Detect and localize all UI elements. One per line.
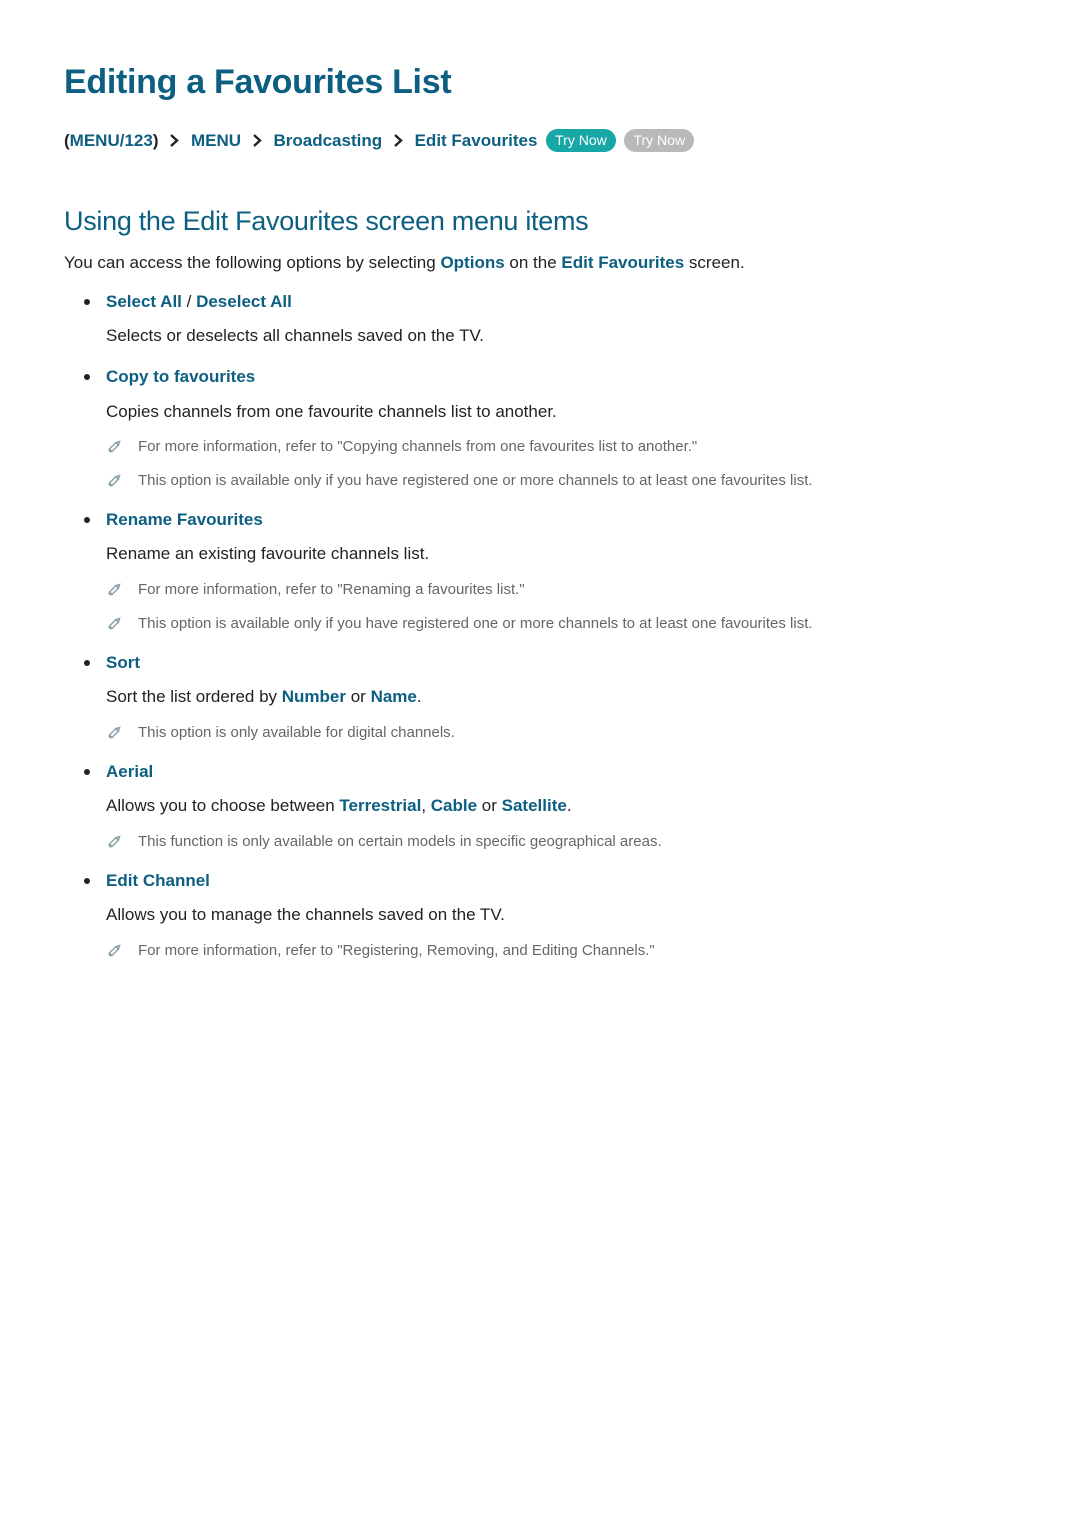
- option-title-text: Rename Favourites: [106, 510, 263, 529]
- option-title-text: Aerial: [106, 762, 153, 781]
- try-now-button[interactable]: Try Now: [546, 129, 616, 152]
- option-desc-highlight: Cable: [431, 796, 477, 815]
- page-title: Editing a Favourites List: [64, 58, 1016, 107]
- option-item: Edit Channel Allows you to manage the cha…: [106, 869, 1016, 962]
- option-title-text: Deselect All: [196, 292, 292, 311]
- options-list: Select All / Deselect All Selects or dese…: [64, 290, 1016, 962]
- option-title: Edit Channel: [106, 869, 1016, 894]
- option-note: This option is available only if you hav…: [106, 470, 1016, 492]
- pencil-icon: [106, 614, 124, 632]
- pencil-icon: [106, 723, 124, 741]
- option-title-text: Edit Channel: [106, 871, 210, 890]
- option-note: This option is only available for digita…: [106, 722, 1016, 744]
- option-note-text: For more information, refer to "Register…: [138, 942, 655, 959]
- option-desc-text: .: [417, 687, 422, 706]
- intro-paragraph: You can access the following options by …: [64, 251, 1016, 276]
- option-description: Allows you to manage the channels saved …: [106, 903, 1016, 928]
- option-item: Select All / Deselect All Selects or dese…: [106, 290, 1016, 349]
- breadcrumb-menu123: MENU/123: [70, 131, 153, 150]
- option-note-text: This option is available only if you hav…: [138, 615, 813, 632]
- option-item: Rename Favourites Rename an existing favo…: [106, 508, 1016, 635]
- option-desc-text: or: [477, 796, 502, 815]
- chevron-right-icon: [169, 134, 180, 147]
- option-note-text: For more information, refer to "Renaming…: [138, 581, 525, 598]
- option-description: Rename an existing favourite channels li…: [106, 542, 1016, 567]
- option-note-text: This option is available only if you hav…: [138, 472, 813, 489]
- breadcrumb-edit-favourites: Edit Favourites: [415, 131, 538, 150]
- option-note: For more information, refer to "Renaming…: [106, 579, 1016, 601]
- breadcrumb-broadcasting: Broadcasting: [273, 131, 382, 150]
- option-note: For more information, refer to "Copying …: [106, 436, 1016, 458]
- option-desc-highlight: Number: [282, 687, 346, 706]
- option-desc-text: .: [567, 796, 572, 815]
- option-desc-highlight: Satellite: [502, 796, 567, 815]
- option-note-text: For more information, refer to "Copying …: [138, 438, 697, 455]
- option-title: Select All / Deselect All: [106, 290, 1016, 315]
- option-note: This option is available only if you hav…: [106, 613, 1016, 635]
- pencil-icon: [106, 437, 124, 455]
- option-item: Aerial Allows you to choose between Terre…: [106, 760, 1016, 853]
- option-desc-text: Selects or deselects all channels saved …: [106, 326, 484, 345]
- chevron-right-icon: [393, 134, 404, 147]
- breadcrumb: (MENU/123) MENU Broadcasting Edit Favour…: [64, 129, 1016, 154]
- option-desc-highlight: Name: [371, 687, 417, 706]
- option-desc-text: Copies channels from one favourite chann…: [106, 402, 557, 421]
- pencil-icon: [106, 941, 124, 959]
- try-now-button-disabled: Try Now: [624, 129, 694, 152]
- pencil-icon: [106, 471, 124, 489]
- pencil-icon: [106, 580, 124, 598]
- option-description: Allows you to choose between Terrestrial…: [106, 794, 1016, 819]
- option-item: Sort Sort the list ordered by Number or N…: [106, 651, 1016, 744]
- option-description: Selects or deselects all channels saved …: [106, 324, 1016, 349]
- breadcrumb-menu: MENU: [191, 131, 241, 150]
- option-note: For more information, refer to "Register…: [106, 940, 1016, 962]
- option-title-separator: /: [182, 292, 196, 311]
- option-note-text: This function is only available on certa…: [138, 833, 662, 850]
- option-item: Copy to favourites Copies channels from o…: [106, 365, 1016, 492]
- option-desc-text: Allows you to choose between: [106, 796, 339, 815]
- option-title-text: Copy to favourites: [106, 367, 255, 386]
- option-desc-text: Rename an existing favourite channels li…: [106, 544, 429, 563]
- option-title: Aerial: [106, 760, 1016, 785]
- option-title: Sort: [106, 651, 1016, 676]
- option-note: This function is only available on certa…: [106, 831, 1016, 853]
- option-description: Sort the list ordered by Number or Name.: [106, 685, 1016, 710]
- option-desc-highlight: Terrestrial: [339, 796, 421, 815]
- option-description: Copies channels from one favourite chann…: [106, 400, 1016, 425]
- option-title: Rename Favourites: [106, 508, 1016, 533]
- option-title: Copy to favourites: [106, 365, 1016, 390]
- chevron-right-icon: [252, 134, 263, 147]
- section-heading: Using the Edit Favourites screen menu it…: [64, 202, 1016, 241]
- option-title-text: Select All: [106, 292, 182, 311]
- option-desc-text: ,: [421, 796, 430, 815]
- option-note-text: This option is only available for digita…: [138, 724, 455, 741]
- option-title-text: Sort: [106, 653, 140, 672]
- option-desc-text: Allows you to manage the channels saved …: [106, 905, 505, 924]
- option-desc-text: Sort the list ordered by: [106, 687, 282, 706]
- pencil-icon: [106, 832, 124, 850]
- option-desc-text: or: [346, 687, 371, 706]
